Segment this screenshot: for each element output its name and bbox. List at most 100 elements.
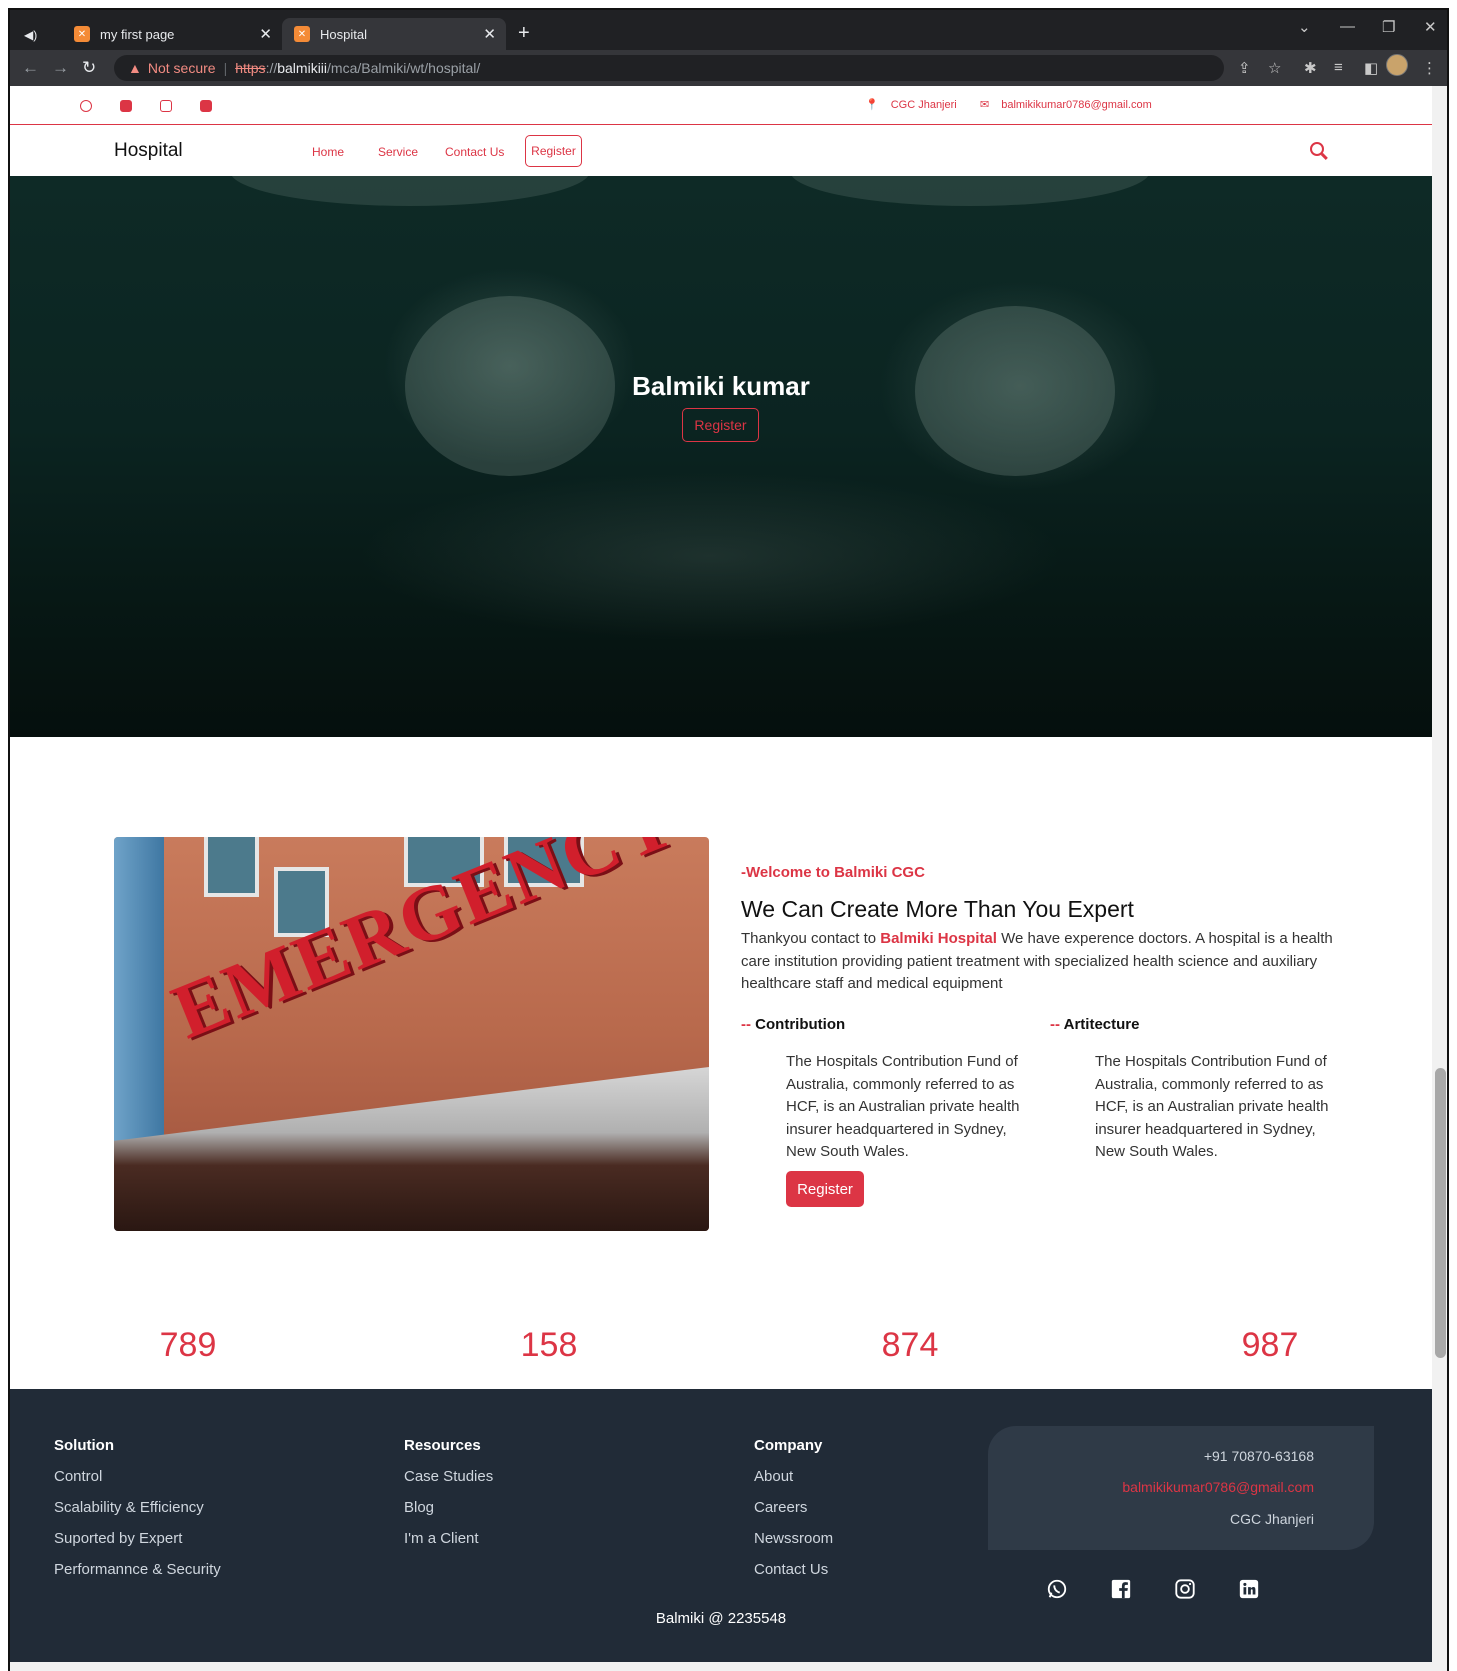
footer-location: CGC Jhanjeri — [1229, 1511, 1314, 1527]
url-field[interactable]: ▲ Not secure | https :// balmikiii /mca/… — [114, 55, 1224, 81]
footer-copyright: Balmiki @ 2235548 — [655, 1610, 787, 1627]
emergency-building-image: EMERGENCY — [114, 837, 709, 1231]
url-host: balmikiii — [277, 60, 328, 76]
tab-search-chevron-icon[interactable]: ⌄ — [1298, 18, 1311, 36]
heading-dash: -- — [741, 1016, 751, 1033]
linkedin-icon[interactable] — [1238, 1578, 1260, 1600]
footer-email[interactable]: balmikikumar0786@gmail.com — [1122, 1479, 1314, 1495]
window-close-icon[interactable]: ✕ — [1424, 18, 1437, 36]
stat-counter: 158 — [520, 1326, 578, 1364]
browser-window: ◀) ✕ my first page ✕ ✕ Hospital ✕ + ⌄ — … — [8, 8, 1449, 1671]
nav-register-button[interactable]: Register — [525, 135, 582, 167]
instagram-icon[interactable] — [160, 100, 172, 112]
footer-link[interactable]: Blog — [404, 1499, 434, 1516]
minimize-icon[interactable]: — — [1340, 18, 1355, 35]
tab-my-first-page[interactable]: ✕ my first page ✕ — [62, 18, 282, 50]
stat-counter: 987 — [1241, 1326, 1299, 1364]
bookmark-star-icon[interactable]: ☆ — [1268, 59, 1281, 77]
footer-heading-company: Company — [754, 1437, 823, 1454]
window-shape — [204, 837, 259, 897]
tab-bar: ◀) ✕ my first page ✕ ✕ Hospital ✕ + ⌄ — … — [10, 10, 1447, 50]
not-secure-label: Not secure — [147, 60, 216, 76]
footer-link[interactable]: Case Studies — [404, 1468, 493, 1485]
footer-phone: +91 70870-63168 — [1203, 1448, 1314, 1464]
xampp-favicon-icon: ✕ — [74, 26, 90, 42]
footer-heading-resources: Resources — [404, 1437, 481, 1454]
surgical-lamp-shape — [790, 176, 1150, 206]
tab-audio-icon[interactable]: ◀) — [24, 28, 37, 42]
back-icon[interactable]: ← — [22, 58, 39, 78]
nav-service[interactable]: Service — [378, 145, 418, 159]
stat-counter: 789 — [159, 1326, 217, 1364]
tab-close-icon[interactable]: ✕ — [259, 25, 272, 43]
top-location: 📍 CGC Jhanjeri — [865, 98, 957, 112]
scrollbar-thumb[interactable] — [1435, 1068, 1446, 1358]
heading-dash: -- — [1050, 1016, 1060, 1033]
footer-link[interactable]: Control — [54, 1468, 102, 1485]
linkedin-icon[interactable] — [200, 100, 212, 112]
url-scheme: https — [235, 60, 266, 76]
footer-link[interactable]: Suported by Expert — [54, 1530, 182, 1547]
hero-banner: Balmiki kumar Register — [10, 176, 1432, 737]
site-footer: Solution Control Scalability & Efficienc… — [10, 1389, 1432, 1671]
column-text-contribution: The Hospitals Contribution Fund of Austr… — [786, 1053, 1020, 1160]
location-text: CGC Jhanjeri — [890, 98, 957, 111]
heading-text: Contribution — [755, 1016, 846, 1033]
top-contact-strip: 📍 CGC Jhanjeri ✉ balmikikumar0786@gmail.… — [10, 86, 1432, 125]
column-heading-contribution: -- Contribution — [741, 1016, 845, 1033]
footer-link[interactable]: About — [754, 1468, 793, 1485]
search-icon[interactable] — [1310, 142, 1324, 156]
restore-icon[interactable]: ❐ — [1382, 18, 1395, 36]
about-text-highlight: Balmiki Hospital — [880, 930, 997, 947]
about-kicker: -Welcome to Balmiki CGC — [741, 864, 925, 881]
surgical-lamp-shape — [230, 176, 590, 206]
url-separator: | — [223, 60, 228, 76]
footer-link[interactable]: Newssroom — [754, 1530, 833, 1547]
email-text[interactable]: balmikikumar0786@gmail.com — [1001, 99, 1152, 111]
url-scheme-separator: :// — [265, 60, 278, 76]
instagram-icon[interactable] — [1174, 1578, 1196, 1600]
nav-home[interactable]: Home — [312, 145, 344, 159]
heading-text: Artitecture — [1063, 1016, 1140, 1033]
column-heading-artitecture: -- Artitecture — [1050, 1016, 1139, 1033]
facebook-icon[interactable] — [1110, 1578, 1132, 1600]
profile-avatar[interactable] — [1386, 54, 1408, 76]
facebook-icon[interactable] — [120, 100, 132, 112]
envelope-icon: ✉ — [980, 99, 990, 111]
reload-icon[interactable]: ↻ — [82, 58, 96, 78]
tab-label: my first page — [100, 26, 175, 42]
footer-link[interactable]: Careers — [754, 1499, 807, 1516]
about-text-start: Thankyou contact to — [741, 930, 881, 947]
footer-contact-card: +91 70870-63168 balmikikumar0786@gmail.c… — [988, 1426, 1374, 1550]
main-navbar: Hospital Home Service Contact Us Registe… — [10, 126, 1432, 176]
whatsapp-icon[interactable] — [80, 100, 92, 112]
hero-register-button[interactable]: Register — [682, 408, 759, 442]
footer-link[interactable]: Performannce & Security — [54, 1561, 221, 1578]
tab-label: Hospital — [320, 26, 367, 42]
address-bar: ← → ↻ ▲ Not secure | https :// balmikiii… — [10, 50, 1447, 86]
footer-link[interactable]: Scalability & Efficiency — [54, 1499, 204, 1516]
footer-link[interactable]: I'm a Client — [404, 1530, 479, 1547]
canopy-shape — [114, 1067, 709, 1231]
share-icon[interactable]: ⇪ — [1238, 59, 1251, 77]
whatsapp-icon[interactable] — [1046, 1578, 1068, 1600]
tab-close-icon[interactable]: ✕ — [483, 25, 496, 43]
location-pin-icon: 📍 — [865, 99, 879, 111]
extensions-icon[interactable]: ✱ — [1304, 59, 1317, 77]
vertical-scrollbar[interactable] — [1432, 86, 1447, 1671]
horizontal-scrollbar[interactable] — [10, 1662, 1432, 1671]
side-panel-icon[interactable]: ◧ — [1364, 59, 1378, 77]
url-path: /mca/Balmiki/wt/hospital/ — [327, 60, 481, 76]
forward-icon[interactable]: → — [52, 58, 69, 78]
footer-link[interactable]: Contact Us — [754, 1561, 828, 1578]
nav-contact-us[interactable]: Contact Us — [445, 145, 504, 159]
stat-counter: 874 — [881, 1326, 939, 1364]
brand-logo-text[interactable]: Hospital — [114, 140, 183, 162]
tab-hospital[interactable]: ✕ Hospital ✕ — [282, 18, 506, 50]
new-tab-icon[interactable]: + — [518, 22, 530, 45]
top-email: ✉ balmikikumar0786@gmail.com — [980, 98, 1152, 112]
about-register-button[interactable]: Register — [786, 1171, 864, 1207]
reading-list-icon[interactable]: ≡ — [1334, 59, 1343, 76]
menu-kebab-icon[interactable]: ⋮ — [1422, 59, 1437, 77]
column-text-artitecture: The Hospitals Contribution Fund of Austr… — [1095, 1053, 1329, 1160]
